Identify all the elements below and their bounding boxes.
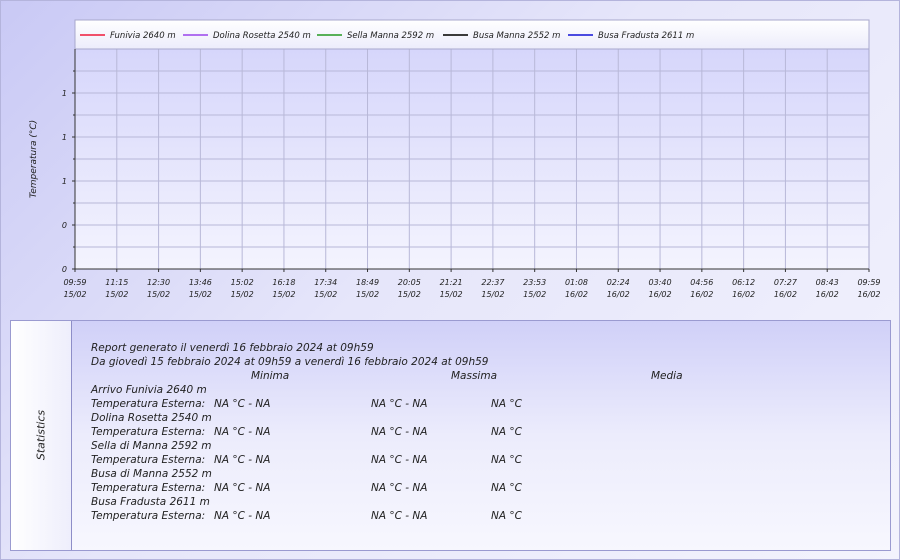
y-axis-label: Temperatura (°C) [29, 120, 39, 198]
x-tick-date: 16/02 [774, 290, 797, 299]
x-tick-date: 16/02 [607, 290, 630, 299]
x-tick-date: 15/02 [63, 290, 86, 299]
y-tick-label: 1 [62, 177, 67, 186]
station-name: Busa Fradusta 2611 m [91, 496, 210, 508]
x-tick-time: 08:43 [816, 278, 839, 287]
column-header-min: Minima [251, 370, 290, 382]
station-name: Arrivo Funivia 2640 m [91, 384, 207, 396]
station-row-label: Temperatura Esterna: [91, 426, 206, 438]
x-tick-time: 13:46 [189, 278, 212, 287]
legend-label: Dolina Rosetta 2540 m [213, 31, 311, 41]
legend: Funivia 2640 m Dolina Rosetta 2540 m Sella… [74, 19, 870, 50]
station-row-label: Temperatura Esterna: [91, 482, 206, 494]
x-tick-date: 15/02 [523, 290, 546, 299]
x-tick-time: 22:37 [481, 278, 505, 287]
station-max-value: NA °C - NA [371, 482, 428, 494]
station-min-value: NA °C - NA [214, 426, 271, 438]
x-tick-time: 07:27 [774, 278, 798, 287]
station-max-value: NA °C - NA [371, 398, 428, 410]
x-tick-time: 09:59 [63, 278, 86, 287]
legend-label: Sella Manna 2592 m [347, 31, 434, 41]
x-tick-date: 16/02 [690, 290, 713, 299]
x-tick-time: 11:15 [105, 278, 128, 287]
x-tick-date: 16/02 [649, 290, 672, 299]
x-tick-date: 15/02 [314, 290, 337, 299]
x-tick-time: 12:30 [147, 278, 170, 287]
x-tick-time: 01:08 [565, 278, 588, 287]
x-tick-time: 09:59 [857, 278, 880, 287]
x-tick-date: 16/02 [857, 290, 880, 299]
statistics-panel: Statistics Report generato il venerdì 16… [10, 320, 891, 551]
x-tick-date: 16/02 [732, 290, 755, 299]
station-avg-value: NA °C [491, 454, 522, 466]
station-name: Busa di Manna 2552 m [91, 468, 212, 480]
legend-label: Funivia 2640 m [110, 31, 176, 41]
x-tick-date: 15/02 [272, 290, 295, 299]
station-min-value: NA °C - NA [214, 454, 271, 466]
x-ticks: 09:59 15/02 11:15 15/02 12:30 15/02 13:46 15/02… [63, 269, 881, 299]
legend-label: Busa Manna 2552 m [473, 31, 560, 41]
x-tick-date: 15/02 [105, 290, 128, 299]
statistics-side-label: Statistics [34, 409, 48, 461]
column-header-avg: Media [651, 370, 683, 382]
x-tick-time: 15:02 [231, 278, 254, 287]
station-max-value: NA °C - NA [371, 426, 428, 438]
station-row-label: Temperatura Esterna: [91, 398, 206, 410]
x-tick-time: 04:56 [690, 278, 713, 287]
x-tick-time: 06:12 [732, 278, 755, 287]
x-tick-date: 15/02 [356, 290, 379, 299]
station-avg-value: NA °C [491, 398, 522, 410]
report-period-line: Da giovedì 15 febbraio 2024 at 09h59 a v… [91, 356, 489, 368]
station-min-value: NA °C - NA [214, 510, 271, 522]
x-tick-time: 17:34 [314, 278, 337, 287]
station-min-value: NA °C - NA [214, 398, 271, 410]
x-tick-time: 20:05 [398, 278, 421, 287]
y-ticks: 0 0 1 1 1 [62, 70, 75, 274]
x-tick-time: 02:24 [607, 278, 630, 287]
x-tick-time: 18:49 [356, 278, 379, 287]
x-tick-date: 15/02 [481, 290, 504, 299]
x-tick-date: 16/02 [816, 290, 839, 299]
station-avg-value: NA °C [491, 510, 522, 522]
x-tick-date: 15/02 [231, 290, 254, 299]
station-max-value: NA °C - NA [371, 454, 428, 466]
temperature-chart: Funivia 2640 m Dolina Rosetta 2540 m Sella… [29, 19, 881, 299]
y-tick-label: 1 [62, 133, 67, 142]
x-tick-time: 23:53 [523, 278, 546, 287]
x-tick-date: 15/02 [398, 290, 421, 299]
x-tick-date: 16/02 [565, 290, 588, 299]
x-tick-date: 15/02 [147, 290, 170, 299]
x-tick-date: 15/02 [440, 290, 463, 299]
report-generated-line: Report generato il venerdì 16 febbraio 2… [91, 342, 374, 354]
station-row-label: Temperatura Esterna: [91, 510, 206, 522]
x-tick-time: 21:21 [440, 278, 463, 287]
station-max-value: NA °C - NA [371, 510, 428, 522]
statistics-side-tab: Statistics [11, 321, 72, 550]
y-tick-label: 0 [62, 221, 67, 230]
station-avg-value: NA °C [491, 426, 522, 438]
column-header-max: Massima [451, 370, 498, 382]
x-tick-time: 16:18 [272, 278, 295, 287]
station-min-value: NA °C - NA [214, 482, 271, 494]
station-row-label: Temperatura Esterna: [91, 454, 206, 466]
x-tick-time: 03:40 [649, 278, 672, 287]
station-name: Dolina Rosetta 2540 m [91, 412, 212, 424]
y-tick-label: 0 [62, 265, 67, 274]
y-tick-label: 1 [62, 89, 67, 98]
station-avg-value: NA °C [491, 482, 522, 494]
x-tick-date: 15/02 [189, 290, 212, 299]
station-name: Sella di Manna 2592 m [91, 440, 212, 452]
legend-label: Busa Fradusta 2611 m [598, 31, 694, 41]
